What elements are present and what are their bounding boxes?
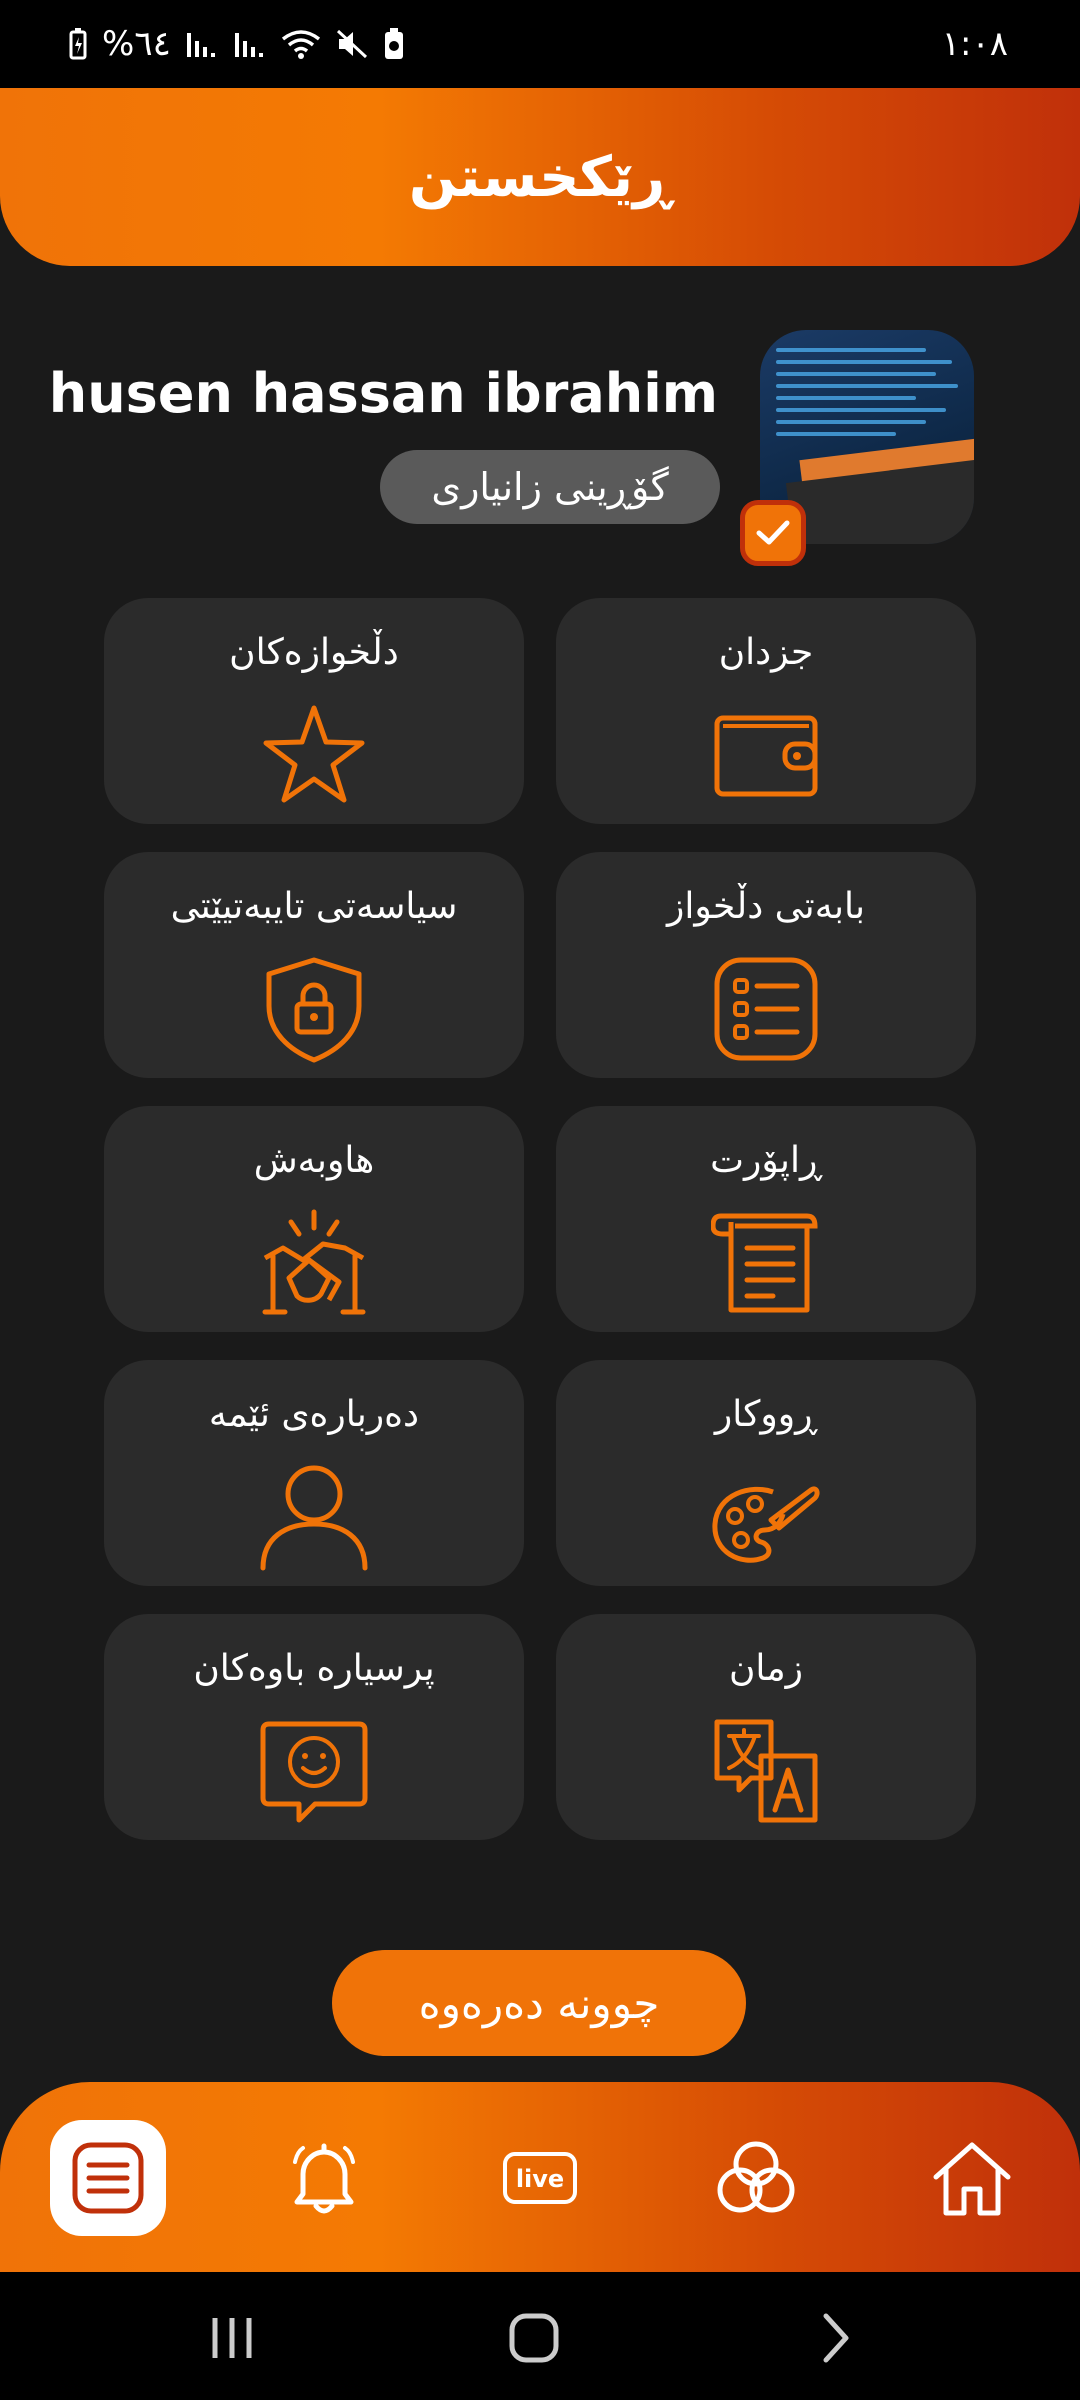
home-button[interactable]: [504, 2308, 564, 2368]
recent-apps-icon: [212, 2318, 252, 2358]
mute-icon: [336, 29, 367, 59]
circles-icon: [717, 2141, 795, 2213]
bottom-nav: live: [0, 2082, 1080, 2272]
profile-name: husen hassan ibrahim: [48, 362, 718, 425]
system-nav-bar: [0, 2272, 1080, 2400]
document-icon: [711, 1208, 821, 1318]
menu-card-favorites[interactable]: دڵخوازەکان: [104, 598, 524, 824]
home-square-icon: [509, 2313, 559, 2363]
person-icon: [259, 1462, 369, 1572]
clock: ١:٠٨: [941, 24, 1008, 64]
card-label: بابەتی دڵخواز: [667, 886, 865, 927]
card-label: سیاسەتی تایبەتیێتی: [170, 886, 458, 927]
card-label: دەربارەی ئێمە: [208, 1394, 420, 1435]
star-icon: [259, 700, 369, 810]
card-label: پرسیارە باوەکان: [193, 1648, 435, 1689]
palette-icon: [711, 1462, 821, 1572]
wallet-icon: [711, 700, 821, 810]
settings-grid: دڵخوازەکان جزدان سیاسەتی تایبەتیێتی بابە…: [104, 598, 976, 1840]
back-button[interactable]: [806, 2308, 866, 2368]
header: ڕێکخستن: [0, 88, 1080, 266]
logout-button[interactable]: چوونە دەرەوە: [332, 1950, 746, 2056]
status-bar: %٦٤ ١:٠٨: [0, 0, 1080, 88]
menu-card-language[interactable]: زمان: [556, 1614, 976, 1840]
chevron-right-icon: [823, 2313, 849, 2363]
svg-text:live: live: [516, 2165, 564, 2193]
home-icon: [933, 2142, 1011, 2216]
nav-menu[interactable]: [50, 2120, 166, 2236]
card-label: زمان: [728, 1648, 804, 1689]
nav-notifications[interactable]: [266, 2120, 382, 2236]
list-icon: [711, 954, 821, 1064]
nav-categories[interactable]: [698, 2120, 814, 2236]
battery-saver-icon: [69, 28, 87, 60]
menu-icon: [72, 2142, 144, 2214]
card-label: هاوبەش: [253, 1140, 375, 1181]
shield-lock-icon: [259, 954, 369, 1064]
nav-live[interactable]: live: [482, 2120, 598, 2236]
signal-icon: [186, 33, 215, 57]
bell-icon: [293, 2143, 355, 2214]
card-label: دڵخوازەکان: [229, 632, 399, 673]
menu-card-faq[interactable]: پرسیارە باوەکان: [104, 1614, 524, 1840]
menu-card-about-us[interactable]: دەربارەی ئێمە: [104, 1360, 524, 1586]
recent-apps-button[interactable]: [202, 2308, 262, 2368]
wifi-icon: [281, 30, 320, 59]
menu-card-report[interactable]: ڕاپۆرت: [556, 1106, 976, 1332]
handshake-icon: [259, 1208, 369, 1318]
menu-card-appearance[interactable]: ڕووکار: [556, 1360, 976, 1586]
nav-home[interactable]: [914, 2120, 1030, 2236]
chat-smile-icon: [259, 1716, 369, 1826]
battery-icon: [384, 28, 403, 59]
status-icons: %٦٤: [68, 24, 405, 64]
page-title: ڕێکخستن: [408, 144, 672, 210]
menu-card-wallet[interactable]: جزدان: [556, 598, 976, 824]
edit-profile-button[interactable]: گۆڕینی زانیاری: [380, 450, 720, 524]
translate-icon: [711, 1716, 821, 1826]
battery-percent: %٦٤: [102, 24, 171, 64]
settings-page: %٦٤ ١:٠٨ ڕێکخستن husen hassan ibrahim گۆ…: [0, 0, 1080, 2400]
card-label: ڕاپۆرت: [710, 1140, 822, 1181]
signal-icon-2: [234, 33, 263, 57]
card-label: ڕووکار: [714, 1394, 818, 1435]
card-label: جزدان: [718, 632, 814, 673]
menu-card-partners[interactable]: هاوبەش: [104, 1106, 524, 1332]
menu-card-privacy-policy[interactable]: سیاسەتی تایبەتیێتی: [104, 852, 524, 1078]
verified-check-icon: [740, 500, 806, 566]
menu-card-favorite-topics[interactable]: بابەتی دڵخواز: [556, 852, 976, 1078]
live-icon: live: [503, 2152, 577, 2204]
